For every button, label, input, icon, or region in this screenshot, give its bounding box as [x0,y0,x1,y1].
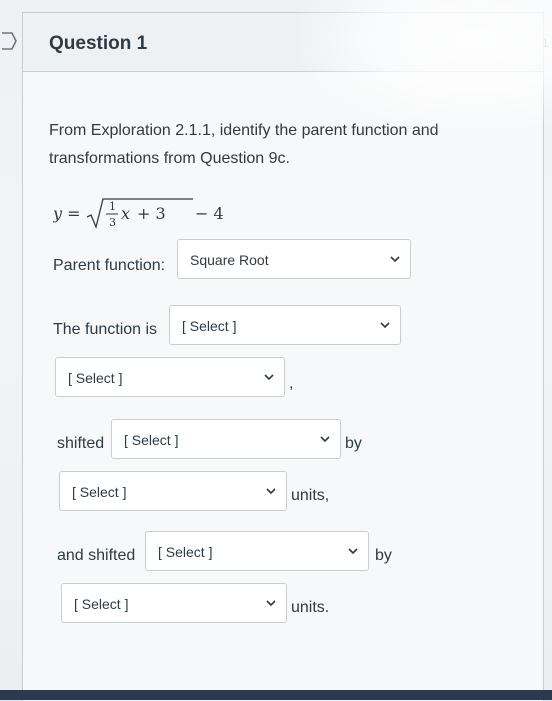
function-is-select[interactable]: [ Select ] [169,305,401,345]
parent-function-select[interactable]: Square Root [177,239,411,279]
comma-text: , [289,375,294,392]
by2-label: by [375,547,392,564]
shift2-direction-select[interactable]: [ Select ] [145,531,369,571]
chevron-down-icon [390,256,400,263]
parent-function-value: Square Root [190,252,269,268]
parent-function-label: Parent function: [53,257,166,274]
shift1-amount-value: [ Select ] [72,484,127,500]
shift2-amount-select[interactable]: [ Select ] [61,583,287,623]
chevron-down-icon [266,488,276,495]
question-points: 1 [541,35,549,50]
equation-outer-rest: − 4 [195,204,224,223]
shift2-amount-value: [ Select ] [74,596,129,612]
units1-label: units, [291,487,330,504]
question-title: Question 1 [49,33,148,54]
question-prompt: From Exploration 2.1.1, identify the par… [49,122,439,167]
question-card: Question 1 1 From Exploration 2.1.1, ide… [22,12,549,701]
equation-var: x [121,204,130,223]
chevron-down-icon [320,436,330,443]
function-is-label: The function is [53,321,158,338]
by1-label: by [345,435,362,452]
shift2-direction-value: [ Select ] [158,544,213,560]
taskbar-strip [0,690,552,700]
question-header: Question 1 1 [23,13,549,72]
equation-frac-num: 1 [109,200,116,213]
quiz-page: Question 1 1 From Exploration 2.1.1, ide… [0,0,552,701]
question-equation: y = 1 3 x + 3 − 4 [53,193,253,233]
function-is-value: [ Select ] [182,318,237,334]
chevron-down-icon [264,374,274,381]
equation-frac-den: 3 [109,216,116,229]
stretch-factor-select[interactable]: [ Select ] [55,357,285,397]
chevron-down-icon [348,548,358,555]
equation-lhs: y = [53,204,81,223]
units2-label: units. [291,599,330,616]
shifted-label: shifted [57,435,105,452]
stretch-factor-value: [ Select ] [68,370,123,386]
chevron-down-icon [266,600,276,607]
chevron-down-icon [380,322,390,329]
flag-question-icon[interactable] [0,30,18,52]
and-shifted-label: and shifted [57,547,136,564]
shift1-amount-select[interactable]: [ Select ] [59,471,287,511]
shift1-direction-value: [ Select ] [124,432,179,448]
shift1-direction-select[interactable]: [ Select ] [111,419,341,459]
equation-inner-rest: + 3 [137,204,166,223]
